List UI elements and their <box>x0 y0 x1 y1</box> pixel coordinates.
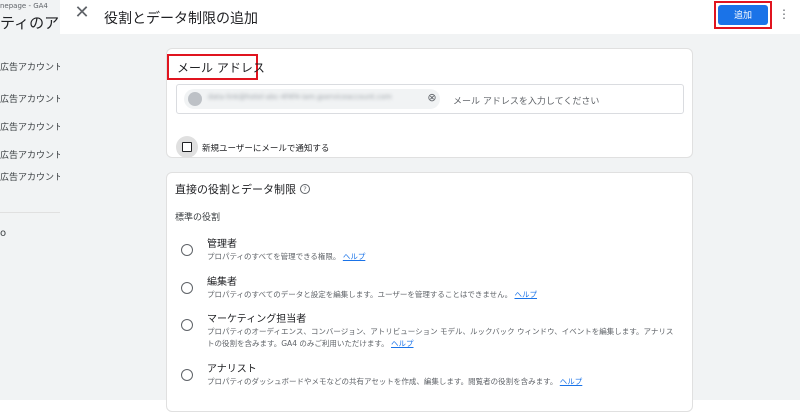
background-row: 広告アカウント <box>0 63 60 73</box>
email-card: メール アドレス data-link@hotel-abc-4f4f4-iam.g… <box>166 48 693 158</box>
add-roles-panel: ✕ 役割とデータ制限の追加 追加 ⋮ メール アドレス data-link@ho… <box>60 0 800 412</box>
role-description-text: プロパティのすべてを管理できる権限。 <box>207 252 341 261</box>
close-icon[interactable]: ✕ <box>72 3 92 23</box>
role-description: プロパティのすべてを管理できる権限。 ヘルプ <box>207 251 677 263</box>
role-description: プロパティのダッシュボードやメモなどの共有アセットを作成、編集します。閲覧者の役… <box>207 376 677 388</box>
email-chip[interactable]: data-link@hotel-abc-4f4f4-iam.gserviceac… <box>184 89 440 109</box>
radio-button[interactable] <box>181 369 193 381</box>
more-vert-icon[interactable]: ⋮ <box>778 6 790 22</box>
background-row: 広告アカウント <box>0 151 60 161</box>
email-placeholder: メール アドレスを入力してください <box>453 97 600 107</box>
roles-heading-text: 直接の役割とデータ制限 <box>175 183 296 196</box>
radio-button[interactable] <box>181 244 193 256</box>
help-link[interactable]: ヘルプ <box>515 290 538 299</box>
notify-label: 新規ユーザーにメールで通知する <box>202 144 330 154</box>
background-title: ティのアク <box>0 14 60 32</box>
panel-header: ✕ 役割とデータ制限の追加 追加 ⋮ <box>60 0 800 34</box>
email-heading: メール アドレス <box>177 61 265 75</box>
background-row: 広告アカウント <box>0 95 60 105</box>
role-name: マーケティング担当者 <box>207 314 307 325</box>
notify-checkbox[interactable] <box>182 142 192 152</box>
standard-roles-heading: 標準の役割 <box>175 213 221 223</box>
panel-title: 役割とデータ制限の追加 <box>104 11 258 27</box>
add-button-highlight: 追加 <box>714 1 772 29</box>
background-row: 広告アカウント <box>0 123 60 133</box>
role-name: 編集者 <box>207 277 237 288</box>
avatar-icon <box>188 92 202 106</box>
background-divider <box>0 212 60 213</box>
role-description: プロパティのオーディエンス、コンバージョン、アトリビューション モデル、ルックバ… <box>207 326 677 350</box>
background-page: nepage - GA4 ティのアク 広告アカウント 広告アカウント 広告アカウ… <box>0 0 60 400</box>
remove-chip-icon[interactable]: ⊗ <box>426 92 438 104</box>
role-description: プロパティのすべてのデータと設定を編集します。ユーザーを管理することはできません… <box>207 289 677 301</box>
role-description-text: プロパティのすべてのデータと設定を編集します。ユーザーを管理することはできません… <box>207 290 513 299</box>
role-name: アナリスト <box>207 364 257 375</box>
role-description-text: プロパティのオーディエンス、コンバージョン、アトリビューション モデル、ルックバ… <box>207 327 674 348</box>
help-link[interactable]: ヘルプ <box>560 377 583 386</box>
background-row: 広告アカウント <box>0 173 60 183</box>
role-description-text: プロパティのダッシュボードやメモなどの共有アセットを作成、編集します。閲覧者の役… <box>207 377 558 386</box>
email-chip-text: data-link@hotel-abc-4f4f4-iam.gserviceac… <box>208 93 392 101</box>
roles-heading: 直接の役割とデータ制限? <box>175 181 310 197</box>
background-breadcrumb: nepage - GA4 <box>0 2 48 10</box>
help-icon[interactable]: ? <box>300 184 310 194</box>
background-text: o <box>0 228 7 239</box>
radio-button[interactable] <box>181 282 193 294</box>
help-link[interactable]: ヘルプ <box>391 339 414 348</box>
email-heading-highlight: メール アドレス <box>167 54 265 80</box>
role-name: 管理者 <box>207 239 237 250</box>
add-button[interactable]: 追加 <box>718 5 768 25</box>
radio-button[interactable] <box>181 319 193 331</box>
email-input[interactable]: data-link@hotel-abc-4f4f4-iam.gserviceac… <box>176 84 684 114</box>
help-link[interactable]: ヘルプ <box>343 252 366 261</box>
roles-card: 直接の役割とデータ制限? 標準の役割 管理者 プロパティのすべてを管理できる権限… <box>166 172 693 412</box>
panel-content: メール アドレス data-link@hotel-abc-4f4f4-iam.g… <box>60 34 800 412</box>
